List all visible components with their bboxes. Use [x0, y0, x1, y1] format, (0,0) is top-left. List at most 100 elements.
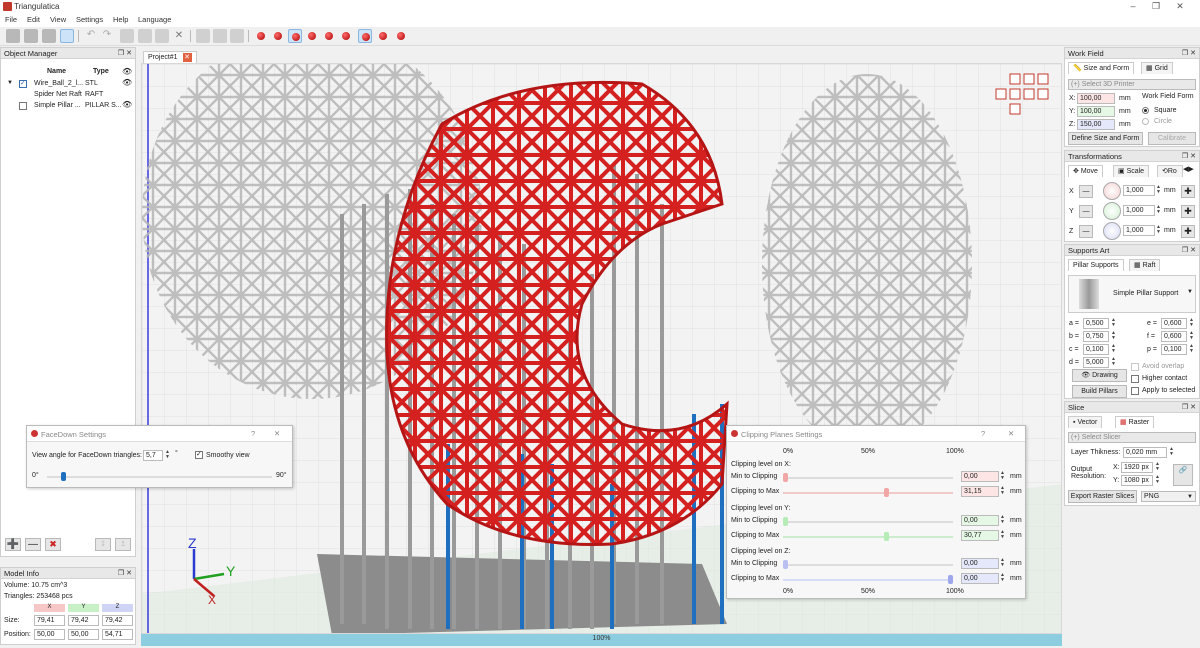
- build-pillars-button[interactable]: Build Pillars: [1072, 385, 1127, 398]
- view-left-icon[interactable]: [288, 29, 302, 43]
- x-increase-button[interactable]: ✚: [1181, 185, 1195, 198]
- clip-y-max-input[interactable]: 30,77: [961, 530, 999, 541]
- clip-x-min-slider[interactable]: [783, 477, 953, 479]
- clip-x-max-input[interactable]: 31,15: [961, 486, 999, 497]
- clip-y-max-handle[interactable]: [883, 532, 889, 541]
- param-p-input[interactable]: 0,100: [1161, 344, 1187, 355]
- panel-controls-icon[interactable]: ❐ ✕: [1182, 49, 1196, 57]
- work-field-z-input[interactable]: 150,00: [1077, 119, 1115, 130]
- clip-x-max-handle[interactable]: [883, 488, 889, 497]
- clip-x-max-slider[interactable]: [783, 492, 953, 494]
- maximize-icon[interactable]: ❐: [1146, 1, 1166, 12]
- clipping-view-icon[interactable]: [358, 29, 372, 43]
- work-field-y-input[interactable]: 100,00: [1077, 106, 1115, 117]
- panel-controls-icon[interactable]: ❐ ✕: [1182, 246, 1196, 254]
- help-icon[interactable]: ?: [251, 429, 255, 438]
- object-checkbox[interactable]: [19, 102, 27, 110]
- clip-z-min-handle[interactable]: [783, 560, 788, 569]
- move-up-button[interactable]: ↥: [115, 538, 131, 551]
- wireframe-view-icon[interactable]: [394, 29, 408, 43]
- clip-x-min-handle[interactable]: [783, 473, 788, 482]
- tab-scale[interactable]: ▣ Scale: [1113, 165, 1150, 177]
- z-increase-button[interactable]: ✚: [1181, 225, 1195, 238]
- spinner-icon[interactable]: ▲ ▼: [999, 573, 1006, 584]
- clip-z-max-handle[interactable]: [948, 575, 953, 584]
- param-a-input[interactable]: 0,500: [1083, 318, 1109, 329]
- spinner-icon[interactable]: ▲ ▼: [999, 530, 1006, 541]
- clip-y-min-slider[interactable]: [783, 521, 953, 523]
- menu-help[interactable]: Help: [113, 15, 128, 24]
- menu-view[interactable]: View: [50, 15, 66, 24]
- slicer-select[interactable]: (+) Select Slicer: [1068, 432, 1196, 443]
- clip-z-max-input[interactable]: 0,00: [961, 573, 999, 584]
- tab-size-and-form[interactable]: 📏 Size and Form: [1068, 62, 1135, 74]
- view-back-icon[interactable]: [271, 29, 285, 43]
- drawing-button[interactable]: 👁 Drawing: [1072, 369, 1127, 382]
- work-field-x-input[interactable]: 100,00: [1077, 93, 1115, 104]
- tab-rotate[interactable]: ⟲Ro: [1157, 165, 1183, 177]
- tab-vector[interactable]: ▪ Vector: [1068, 416, 1103, 428]
- save-icon[interactable]: [42, 29, 56, 43]
- param-c-input[interactable]: 0,100: [1083, 344, 1109, 355]
- add-object-button[interactable]: ➕: [5, 538, 21, 551]
- x-decrease-button[interactable]: —: [1079, 185, 1093, 198]
- redo-icon[interactable]: ↷: [100, 29, 114, 43]
- position-y-value[interactable]: 50,00: [68, 629, 99, 640]
- minimize-icon[interactable]: –: [1123, 1, 1143, 12]
- column-type[interactable]: Type: [93, 68, 109, 75]
- spinner-icon[interactable]: ▲ ▼: [1155, 185, 1162, 196]
- panel-controls-icon[interactable]: ❐ ✕: [1182, 152, 1196, 160]
- close-icon[interactable]: ✕: [274, 429, 280, 438]
- param-b-input[interactable]: 0,750: [1083, 331, 1109, 342]
- transform-y-input[interactable]: 1,000: [1123, 205, 1155, 216]
- export-raster-button[interactable]: Export Raster Slices: [1068, 490, 1137, 503]
- view-right-icon[interactable]: [305, 29, 319, 43]
- object-name[interactable]: Wire_Ball_2_l...: [34, 80, 83, 87]
- tab-project[interactable]: Project#1 ✕: [143, 51, 197, 63]
- view-top-icon[interactable]: [322, 29, 336, 43]
- clip-z-min-input[interactable]: 0,00: [961, 558, 999, 569]
- delete-icon[interactable]: ✕: [172, 29, 186, 43]
- remove-object-button[interactable]: —: [25, 538, 41, 551]
- menu-file[interactable]: File: [5, 15, 17, 24]
- clip-y-min-input[interactable]: 0,00: [961, 515, 999, 526]
- object-checkbox[interactable]: ✓: [19, 80, 27, 88]
- visibility-eye-icon[interactable]: 👁: [122, 78, 132, 87]
- y-decrease-button[interactable]: —: [1079, 205, 1093, 218]
- printer-select[interactable]: (+) Select 3D Printer: [1068, 79, 1196, 90]
- print-icon[interactable]: [230, 29, 244, 43]
- facedown-slider-handle[interactable]: [61, 472, 67, 481]
- spinner-icon[interactable]: ▲ ▼: [1155, 205, 1162, 216]
- spinner-icon[interactable]: ▲ ▼: [999, 515, 1006, 526]
- column-name[interactable]: Name: [47, 68, 66, 75]
- expand-chevron-icon[interactable]: ▼: [7, 80, 13, 86]
- panel-controls-icon[interactable]: ❐ ✕: [118, 49, 132, 57]
- spinner-icon[interactable]: ▲ ▼: [1154, 475, 1161, 486]
- spinner-icon[interactable]: ▲ ▼: [1155, 225, 1162, 236]
- avoid-overlap-checkbox[interactable]: [1131, 363, 1139, 371]
- delete-object-button[interactable]: ✖: [45, 538, 61, 551]
- param-f-input[interactable]: 0,600: [1161, 331, 1187, 342]
- object-name[interactable]: Simple Pillar ...: [34, 102, 81, 109]
- resolution-y-input[interactable]: 1080 px: [1121, 475, 1153, 486]
- spinner-icon[interactable]: ▲ ▼: [1110, 318, 1117, 329]
- tab-move[interactable]: ✥ Move: [1068, 165, 1103, 177]
- spinner-icon[interactable]: ▲ ▼: [1188, 344, 1195, 355]
- position-z-value[interactable]: 54,71: [102, 629, 133, 640]
- tab-raster[interactable]: ▦ Raster: [1115, 416, 1155, 428]
- resolution-x-input[interactable]: 1920 px: [1121, 462, 1153, 473]
- clip-x-min-input[interactable]: 0,00: [961, 471, 999, 482]
- param-d-input[interactable]: 5,000: [1083, 357, 1109, 368]
- paste-icon[interactable]: [138, 29, 152, 43]
- panel-controls-icon[interactable]: ❐ ✕: [118, 569, 132, 577]
- z-decrease-button[interactable]: —: [1079, 225, 1093, 238]
- help-icon[interactable]: ?: [981, 429, 985, 438]
- spinner-icon[interactable]: ▲ ▼: [1110, 331, 1117, 342]
- clip-y-max-slider[interactable]: [783, 536, 953, 538]
- copy-icon[interactable]: [120, 29, 134, 43]
- view-split-icon[interactable]: [213, 29, 227, 43]
- view-layout-icon[interactable]: [196, 29, 210, 43]
- object-name[interactable]: Spider Net Raft: [34, 91, 82, 98]
- close-window-icon[interactable]: ✕: [1170, 1, 1190, 12]
- param-e-input[interactable]: 0,600: [1161, 318, 1187, 329]
